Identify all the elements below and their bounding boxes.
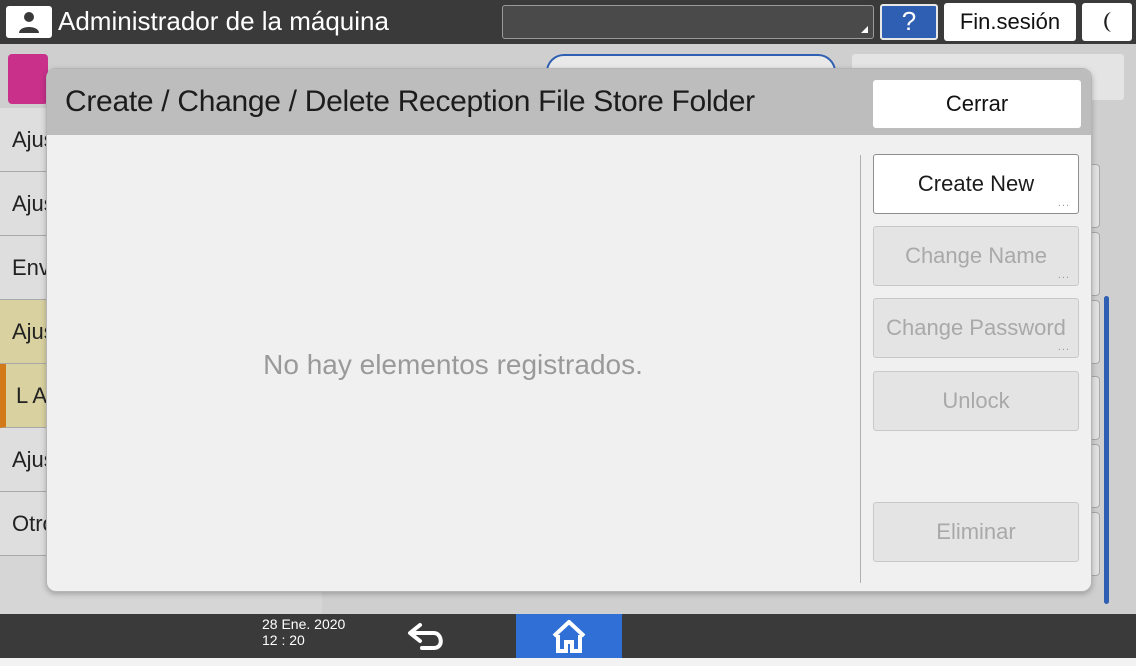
more-icon: ... — [1057, 341, 1070, 353]
dialog-divider — [860, 155, 861, 583]
home-glyph — [552, 620, 586, 653]
user-icon[interactable] — [6, 6, 52, 38]
admin-title: Administrador de la máquina — [58, 6, 389, 36]
bottom-strip — [0, 658, 1136, 666]
delete-button[interactable]: Eliminar — [873, 502, 1079, 562]
time-text: 12 : 20 — [262, 632, 305, 648]
close-button[interactable]: Cerrar — [873, 80, 1081, 128]
dialog-title: Create / Change / Delete Reception File … — [65, 85, 755, 118]
change-password-label: Change Password — [886, 315, 1066, 340]
date-text: 28 Ene. 2020 — [262, 616, 346, 632]
create-new-button[interactable]: Create New ... — [873, 154, 1079, 214]
logout-button[interactable]: Fin.sesión — [944, 3, 1076, 41]
resize-corner-icon — [861, 26, 868, 33]
folder-dialog: Create / Change / Delete Reception File … — [46, 68, 1092, 592]
home-icon[interactable] — [516, 614, 622, 658]
user-glyph — [19, 12, 39, 33]
empty-message: No hay elementos registrados. — [263, 349, 643, 380]
fax-icon — [8, 54, 48, 104]
date-time: 28 Ene. 2020 12 : 20 — [262, 616, 345, 648]
change-password-button[interactable]: Change Password ... — [873, 298, 1079, 358]
unlock-label: Unlock — [942, 388, 1010, 413]
moon-glyph — [1104, 12, 1111, 32]
back-arrow-glyph — [408, 623, 443, 650]
message-field[interactable] — [502, 5, 874, 39]
change-name-button[interactable]: Change Name ... — [873, 226, 1079, 286]
unlock-button[interactable]: Unlock — [873, 371, 1079, 431]
dialog-header: Create / Change / Delete Reception File … — [47, 69, 1091, 135]
moon-icon[interactable] — [1082, 3, 1132, 41]
change-name-label: Change Name — [905, 243, 1047, 268]
help-button[interactable]: ? — [880, 4, 938, 40]
more-icon: ... — [1057, 197, 1070, 209]
more-icon: ... — [1057, 269, 1070, 281]
delete-label: Eliminar — [936, 519, 1016, 544]
back-arrow-icon[interactable] — [398, 614, 458, 658]
scrollbar[interactable] — [1104, 296, 1109, 604]
create-new-label: Create New — [917, 171, 1035, 196]
